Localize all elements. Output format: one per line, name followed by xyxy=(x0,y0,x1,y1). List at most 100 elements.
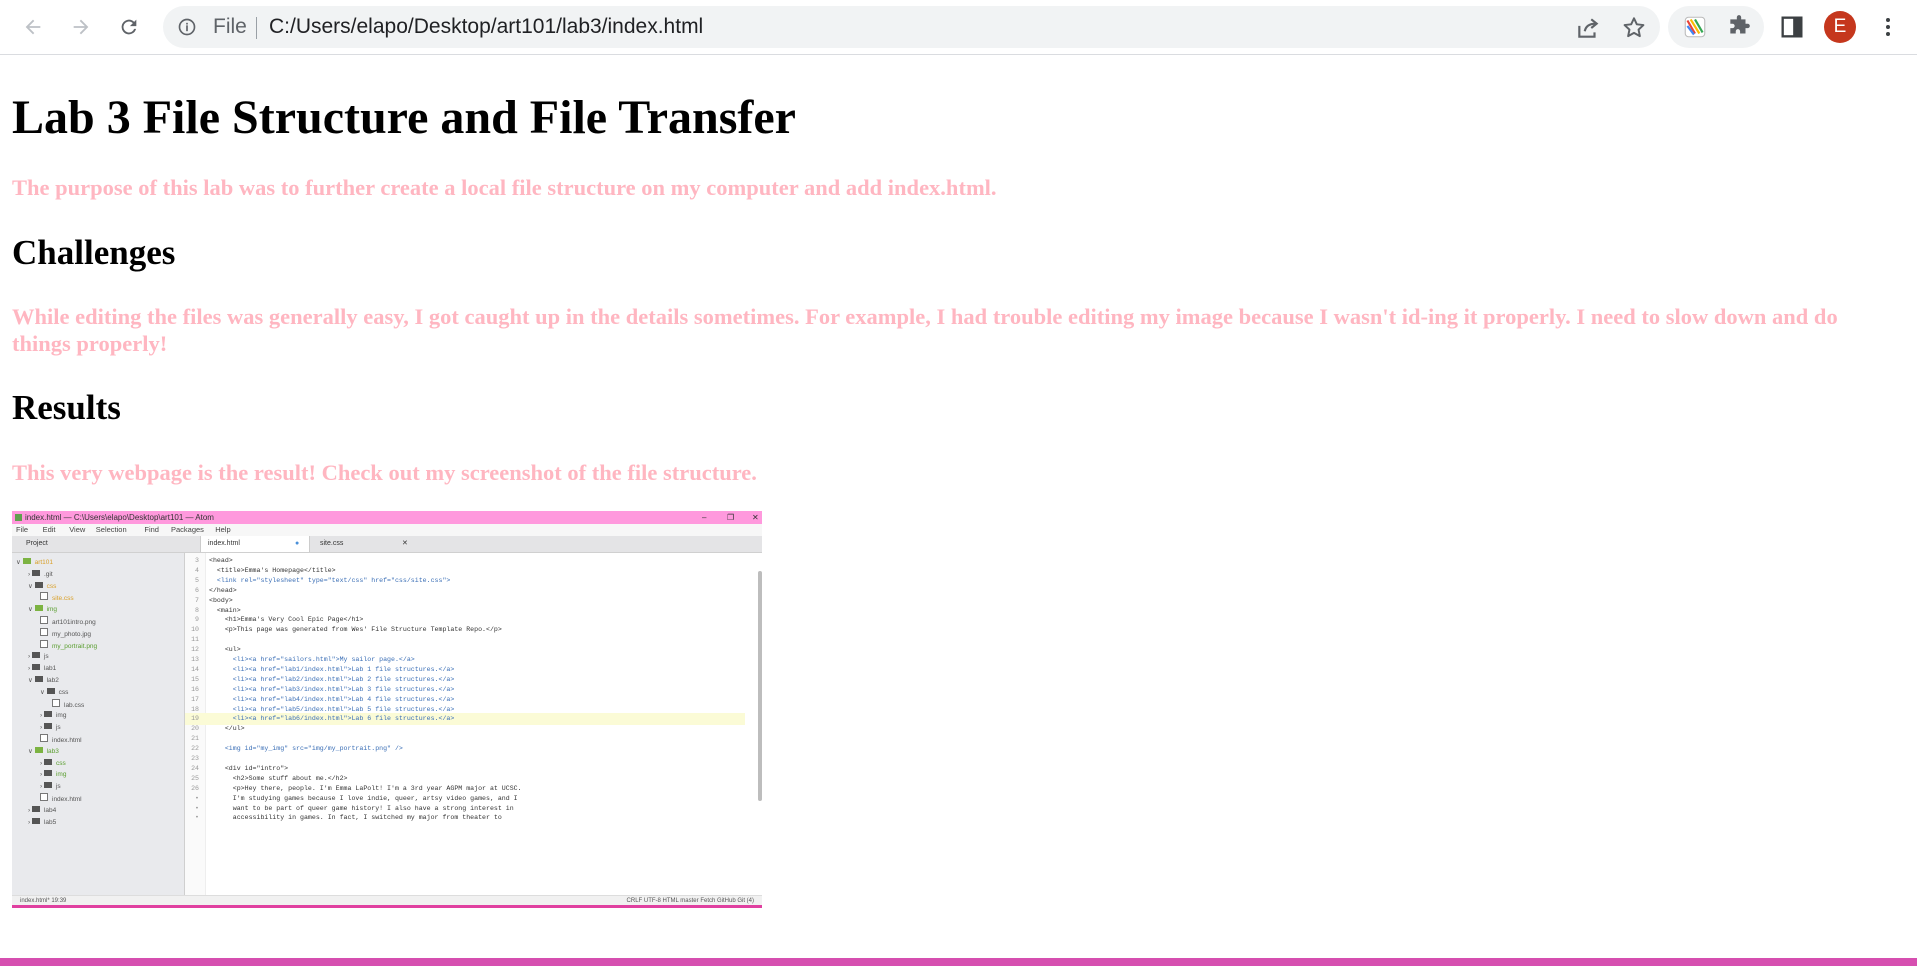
code-text: <li><a href="lab6/index.html">Lab 6 file… xyxy=(209,715,455,723)
folder-icon xyxy=(31,569,40,576)
screenshot-tree-item: my_portrait.png xyxy=(40,639,97,651)
screenshot-tree-item: ∨ art101 xyxy=(16,558,54,566)
code-text: <head> xyxy=(209,557,233,564)
screenshot-tree-label: art101intro.png xyxy=(52,619,96,626)
atom-app-icon xyxy=(15,514,22,521)
folder-icon xyxy=(34,605,43,612)
arrow-left-icon xyxy=(25,19,41,35)
challenges-paragraph: While editing the files was generally ea… xyxy=(12,304,1838,356)
screenshot-tree-label: index.html xyxy=(52,796,82,803)
code-text: <li><a href="lab3/index.html">Lab 3 file… xyxy=(209,685,455,693)
code-text: <body> xyxy=(209,596,233,604)
info-icon[interactable] xyxy=(177,17,197,37)
screenshot-tree-item: ∨ lab3 xyxy=(28,746,59,755)
address-bar[interactable]: File C:/Users/elapo/Desktop/art101/lab3/… xyxy=(163,6,1660,48)
file-icon xyxy=(40,627,48,636)
screenshot-tree-item: my_photo.jpg xyxy=(40,627,92,639)
screenshot-tree-item: › img xyxy=(40,770,67,779)
folder-icon xyxy=(43,782,52,789)
screenshot-tree-label: css xyxy=(46,582,57,590)
extensions-puzzle-icon[interactable] xyxy=(1726,14,1752,40)
side-panel-icon[interactable] xyxy=(1778,13,1806,41)
line-number: • xyxy=(195,814,199,822)
reload-button[interactable] xyxy=(113,11,145,43)
reload-icon xyxy=(121,19,137,35)
url-text[interactable]: C:/Users/elapo/Desktop/art101/lab3/index… xyxy=(269,16,703,38)
screenshot-menu-item: Packages xyxy=(171,525,204,534)
screenshot-tree-label: lab3 xyxy=(46,747,59,755)
file-icon xyxy=(40,639,48,648)
screenshot-tree-item: › lab4 xyxy=(28,805,57,814)
screenshot-tree-label: .git xyxy=(43,570,53,578)
screenshot-menu-item: Selection xyxy=(95,525,127,534)
forward-button[interactable] xyxy=(65,11,97,43)
code-text: want to be part of queer game history! I… xyxy=(209,804,514,812)
screenshot-tree-label: img xyxy=(55,771,67,779)
folder-icon xyxy=(34,581,43,588)
screenshot-tree-label: my_photo.jpg xyxy=(52,630,92,638)
screenshot-tree-label: img xyxy=(46,606,58,614)
screenshot-tree-label: css xyxy=(58,688,69,696)
screenshot-menu-item: Find xyxy=(144,525,159,534)
screenshot-bottom-border xyxy=(12,905,762,908)
folder-icon xyxy=(43,723,52,730)
code-text: <ul> xyxy=(209,646,241,654)
folder-icon xyxy=(31,817,40,824)
back-button[interactable] xyxy=(17,11,49,43)
code-text: I'm studying games because I love indie,… xyxy=(209,794,518,802)
screenshot-titlebar: index.html — C:\Users\elapo\Desktop\art1… xyxy=(12,511,762,524)
share-icon[interactable] xyxy=(1575,15,1601,41)
screenshot-tab-site: site.css xyxy=(320,540,344,547)
browser-toolbar: File C:/Users/elapo/Desktop/art101/lab3/… xyxy=(0,0,1917,55)
file-icon xyxy=(40,592,48,601)
folder-icon xyxy=(34,746,43,753)
file-scheme-label: File xyxy=(213,15,247,38)
screenshot-tree-label: art101 xyxy=(34,559,54,566)
code-text: <h2>Some stuff about me.</h2> xyxy=(209,774,348,782)
folder-icon xyxy=(46,687,55,694)
tab-close-icon: ✕ xyxy=(402,540,408,547)
folder-icon xyxy=(31,805,40,812)
screenshot-tree-label: js xyxy=(43,653,49,661)
screenshot-tree-label: lab1 xyxy=(43,665,57,673)
screenshot-tree-label: css xyxy=(55,759,66,767)
screenshot-tree-item: › css xyxy=(40,758,66,767)
screenshot-tree-label: index.html xyxy=(52,737,82,744)
profile-avatar[interactable]: E xyxy=(1824,11,1856,43)
screenshot-tree-item: index.html xyxy=(40,793,82,804)
restore-icon: ❐ xyxy=(727,513,735,522)
file-structure-screenshot: index.html — C:\Users\elapo\Desktop\art1… xyxy=(12,511,762,908)
screenshot-tree-label: lab4 xyxy=(43,806,57,814)
screenshot-tree-item: site.css xyxy=(40,592,74,603)
code-text: <img id="my_img" src="img/my_portrait.pn… xyxy=(209,745,403,753)
intro-paragraph: The purpose of this lab was to further c… xyxy=(12,175,997,200)
screenshot-tree-item: › js xyxy=(28,652,49,661)
screenshot-tree-item: ∨ lab2 xyxy=(28,676,59,684)
screenshot-tree-item: › .git xyxy=(28,569,53,578)
code-text: <p>This page was generated from Wes' Fil… xyxy=(209,626,502,634)
code-text: <link rel="stylesheet" type="text/css" h… xyxy=(209,576,451,584)
code-text: <li><a href="lab5/index.html">Lab 5 file… xyxy=(209,705,455,713)
screenshot-menubar: File Edit View Selection Find Packages Help xyxy=(12,524,762,536)
code-text: <li><a href="sailors.html">My sailor pag… xyxy=(209,656,415,663)
file-icon xyxy=(52,698,60,707)
colorful-extension-icon[interactable] xyxy=(1682,14,1708,40)
screenshot-tree-label: img xyxy=(55,712,67,720)
screenshot-tabbar: Project index.html ● site.css ✕ xyxy=(12,536,762,553)
code-text: <h1>Emma's Very Cool Epic Page</h1> xyxy=(209,616,364,624)
page-footer-bar xyxy=(0,958,1917,966)
more-menu-icon[interactable] xyxy=(1876,13,1900,41)
screenshot-tree-item: › img xyxy=(40,711,67,720)
screenshot-code-editor: 3 <head> 4 <title>Emma's Homepage</title> 5… xyxy=(185,553,762,895)
screenshot-tree-item: index.html xyxy=(40,734,82,745)
screenshot-code-line: • accessibility in games. In fact, I swi… xyxy=(185,812,745,824)
results-heading: Results xyxy=(12,388,121,427)
screenshot-window-title: index.html — C:\Users\elapo\Desktop\art1… xyxy=(25,513,214,522)
screenshot-menu-item: Help xyxy=(215,525,231,534)
bookmark-star-icon[interactable] xyxy=(1621,15,1647,41)
screenshot-tree-label: site.css xyxy=(52,595,74,603)
screenshot-tree-label: js xyxy=(55,783,61,791)
screenshot-tree-item: › lab1 xyxy=(28,664,57,673)
folder-icon xyxy=(43,711,52,718)
code-text: </ul> xyxy=(209,725,245,733)
